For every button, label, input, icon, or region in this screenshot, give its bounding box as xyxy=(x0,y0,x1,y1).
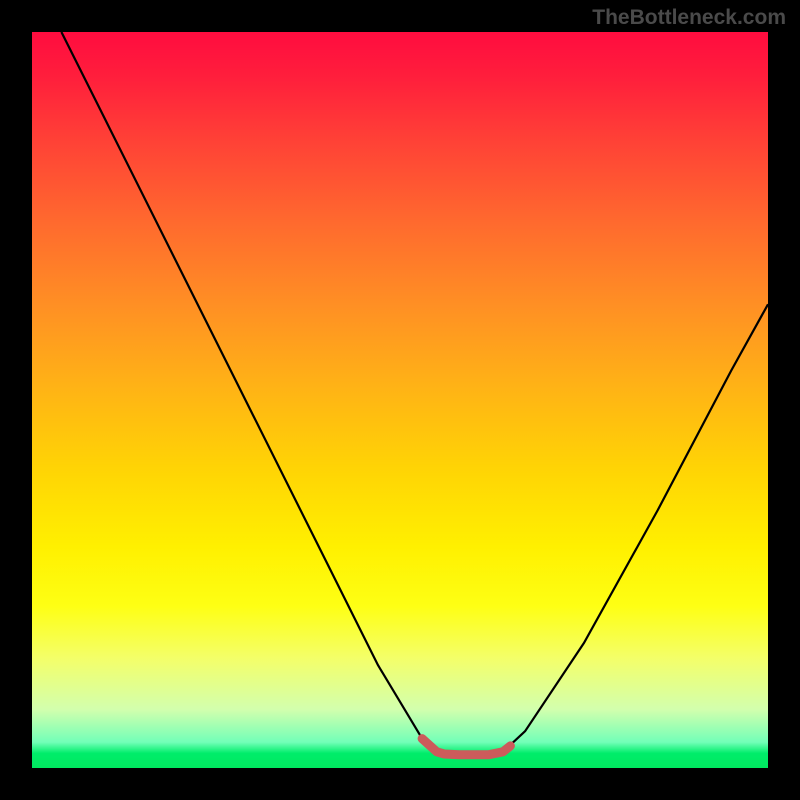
curve-line xyxy=(61,32,768,755)
chart-plot-area xyxy=(32,32,768,768)
chart-svg xyxy=(32,32,768,768)
watermark-text: TheBottleneck.com xyxy=(592,6,786,30)
highlight-segment xyxy=(422,739,510,755)
